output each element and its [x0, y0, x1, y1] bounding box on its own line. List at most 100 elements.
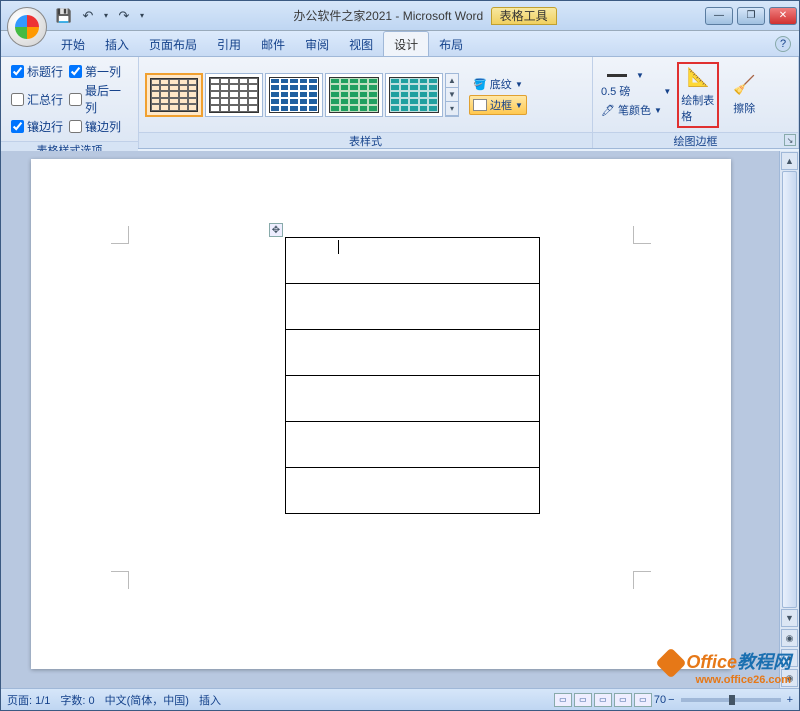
chevron-down-icon: ▼	[515, 80, 523, 89]
scroll-thumb[interactable]	[782, 171, 797, 608]
table-cell[interactable]	[286, 330, 540, 376]
draw-table-icon: 📐	[683, 66, 713, 90]
table-cell[interactable]	[286, 422, 540, 468]
eraser-button[interactable]: 🧹擦除	[723, 71, 765, 119]
borders-button[interactable]: 边框▼	[469, 95, 527, 115]
status-page[interactable]: 页面: 1/1	[7, 692, 50, 708]
table-style-3[interactable]	[265, 73, 323, 117]
title-bar: 💾 ↶ ▾ ↷ ▾ 办公软件之家2021 - Microsoft Word 表格…	[1, 1, 799, 31]
group-label-table-styles: 表样式	[139, 132, 592, 148]
document-area[interactable]: ✥	[1, 151, 779, 688]
watermark: Office教程网 www.office26.com	[660, 648, 791, 686]
vertical-scrollbar[interactable]: ▲ ▼ ◉ ● ◉	[779, 151, 799, 688]
shading-button[interactable]: 🪣底纹▼	[469, 74, 527, 94]
margin-corner-tr	[633, 226, 651, 244]
scroll-up-icon[interactable]: ▲	[781, 152, 798, 170]
style-options-checks: 标题行 第一列 汇总行 最后一列 镶边行 镶边列	[7, 59, 132, 139]
status-bar: 页面: 1/1 字数: 0 中文(简体，中国) 插入 ▭ ▭ ▭ ▭ ▭ 70 …	[1, 688, 799, 710]
view-draft[interactable]: ▭	[634, 693, 652, 707]
tab-review[interactable]: 审阅	[295, 32, 339, 56]
pen-color-dropdown[interactable]: 🖊笔颜色▼	[599, 101, 673, 119]
minimize-button[interactable]: —	[705, 7, 733, 25]
check-banded-columns[interactable]: 镶边列	[69, 118, 128, 135]
status-words[interactable]: 字数: 0	[60, 692, 94, 708]
zoom-out[interactable]: −	[668, 694, 674, 706]
chevron-down-icon: ▼	[654, 106, 662, 115]
tab-insert[interactable]: 插入	[95, 32, 139, 56]
window-title: 办公软件之家2021 - Microsoft Word 表格工具	[147, 7, 703, 24]
qat-dropdown[interactable]: ▾	[101, 5, 111, 27]
gallery-down-icon[interactable]: ▼	[446, 88, 458, 102]
draw-table-button[interactable]: 📐绘制表格	[677, 62, 719, 128]
table-cell[interactable]	[286, 284, 540, 330]
scroll-down-icon[interactable]: ▼	[781, 609, 798, 627]
table-cell[interactable]	[286, 238, 540, 284]
dialog-launcher[interactable]: ↘	[784, 134, 796, 146]
browse-prev-icon[interactable]: ◉	[781, 629, 798, 647]
check-banded-rows[interactable]: 镶边行	[11, 118, 63, 135]
pen-weight-dropdown[interactable]: 0.5 磅▼	[599, 82, 673, 100]
table-style-4[interactable]	[325, 73, 383, 117]
table-style-5[interactable]	[385, 73, 443, 117]
tab-mailings[interactable]: 邮件	[251, 32, 295, 56]
pen-icon: 🖊	[601, 104, 615, 117]
check-total-row[interactable]: 汇总行	[11, 82, 63, 116]
ribbon: 标题行 第一列 汇总行 最后一列 镶边行 镶边列 表格样式选项 ▲▼▾	[1, 57, 799, 149]
table-cell[interactable]	[286, 468, 540, 514]
window-controls: — ❐ ✕	[703, 5, 799, 27]
scroll-track[interactable]	[780, 171, 799, 608]
quick-access-toolbar: 💾 ↶ ▾ ↷ ▾	[49, 5, 147, 27]
table-cell[interactable]	[286, 376, 540, 422]
chevron-down-icon: ▼	[663, 87, 671, 96]
text-cursor	[338, 240, 339, 254]
pen-settings: ▼ 0.5 磅▼ 🖊笔颜色▼	[599, 70, 673, 119]
redo-button[interactable]: ↷	[113, 5, 135, 27]
table-style-gallery: ▲▼▾	[145, 73, 459, 117]
maximize-button[interactable]: ❐	[737, 7, 765, 25]
check-last-column[interactable]: 最后一列	[69, 82, 128, 116]
document-name: 办公软件之家2021	[293, 9, 392, 23]
view-full-screen[interactable]: ▭	[574, 693, 592, 707]
table-style-1[interactable]	[145, 73, 203, 117]
view-web[interactable]: ▭	[594, 693, 612, 707]
view-outline[interactable]: ▭	[614, 693, 632, 707]
check-first-column[interactable]: 第一列	[69, 63, 128, 80]
gallery-scroll[interactable]: ▲▼▾	[445, 73, 459, 117]
tab-page-layout[interactable]: 页面布局	[139, 32, 207, 56]
zoom-slider[interactable]	[681, 698, 781, 702]
tab-layout[interactable]: 布局	[429, 32, 473, 56]
group-label-draw-borders: 绘图边框↘	[593, 132, 798, 148]
help-button[interactable]: ?	[775, 36, 791, 52]
status-right: ▭ ▭ ▭ ▭ ▭ 70 − +	[554, 693, 793, 707]
qat-customize[interactable]: ▾	[137, 5, 147, 27]
view-print-layout[interactable]: ▭	[554, 693, 572, 707]
office-button[interactable]	[7, 7, 47, 47]
undo-button[interactable]: ↶	[77, 5, 99, 27]
close-button[interactable]: ✕	[769, 7, 797, 25]
save-button[interactable]: 💾	[53, 5, 75, 27]
table-move-handle[interactable]: ✥	[269, 223, 283, 237]
document-table[interactable]	[285, 237, 540, 514]
tab-home[interactable]: 开始	[51, 32, 95, 56]
status-mode[interactable]: 插入	[199, 692, 221, 708]
zoom-level[interactable]: 70	[654, 694, 666, 706]
tab-references[interactable]: 引用	[207, 32, 251, 56]
status-language[interactable]: 中文(简体，中国)	[105, 692, 189, 708]
tab-view[interactable]: 视图	[339, 32, 383, 56]
gallery-more-icon[interactable]: ▾	[446, 102, 458, 116]
contextual-tab-label: 表格工具	[491, 7, 557, 25]
check-header-row[interactable]: 标题行	[11, 63, 63, 80]
zoom-in[interactable]: +	[787, 694, 793, 706]
margin-corner-br	[633, 571, 651, 589]
pen-style-dropdown[interactable]: ▼	[599, 70, 673, 81]
ribbon-tabs: 开始 插入 页面布局 引用 邮件 审阅 视图 设计 布局 ?	[1, 31, 799, 57]
shading-borders-stack: 🪣底纹▼ 边框▼	[469, 74, 527, 115]
gallery-up-icon[interactable]: ▲	[446, 74, 458, 88]
zoom-knob[interactable]	[729, 695, 735, 705]
border-icon	[473, 99, 487, 111]
tab-design[interactable]: 设计	[383, 31, 429, 56]
margin-corner-tl	[111, 226, 129, 244]
bucket-icon: 🪣	[473, 78, 487, 91]
table-style-2[interactable]	[205, 73, 263, 117]
group-table-styles: ▲▼▾ 🪣底纹▼ 边框▼ 表样式	[139, 57, 593, 148]
